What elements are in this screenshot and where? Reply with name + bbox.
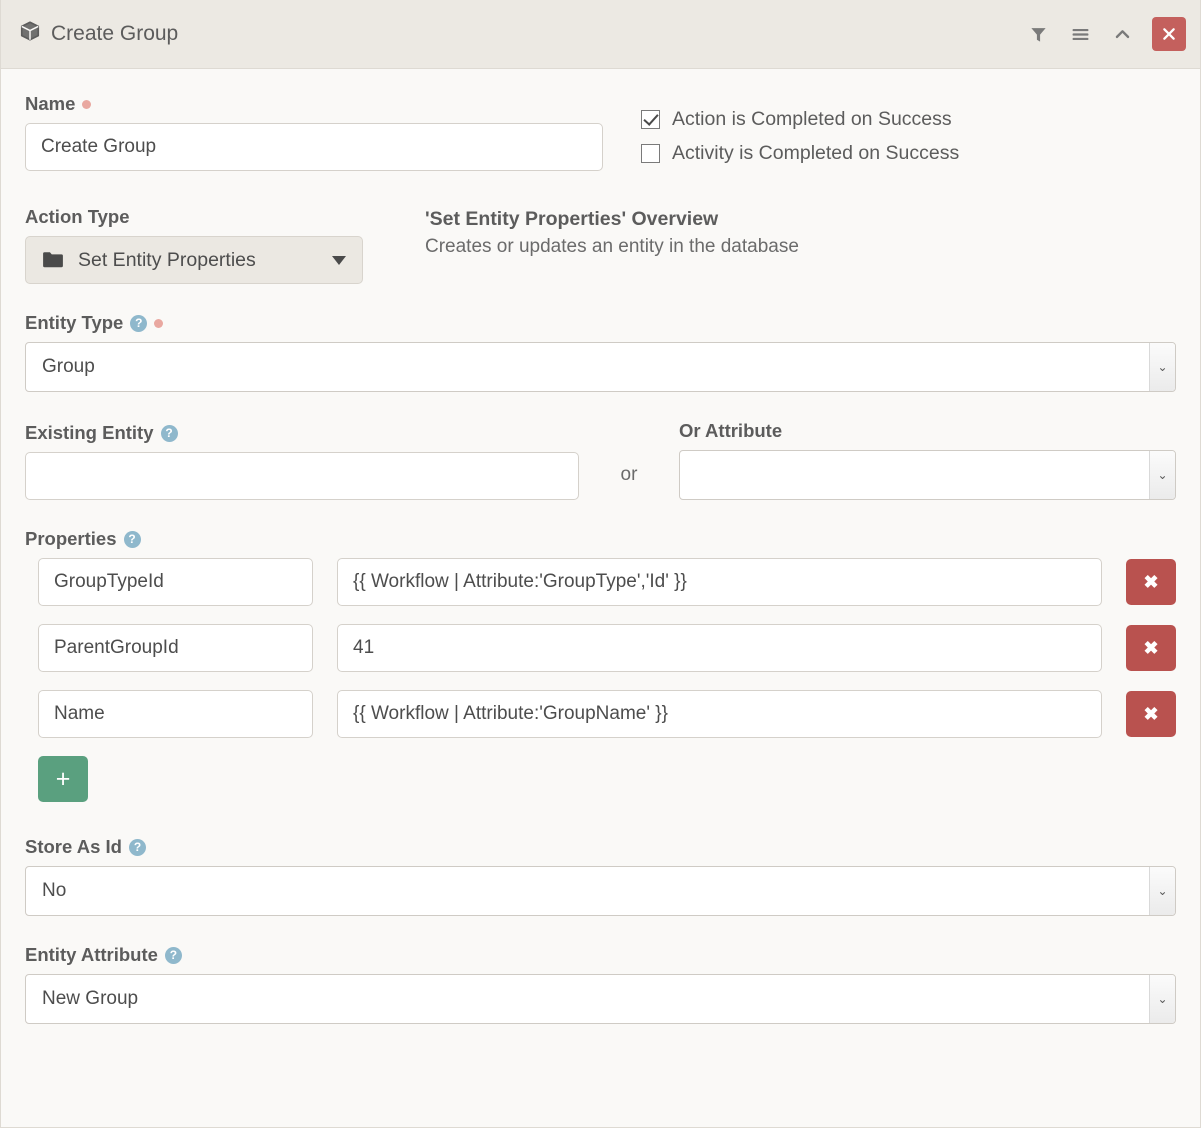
action-type-dropdown[interactable]: Set Entity Properties (25, 236, 363, 284)
properties-group: Properties ? ✖ (25, 528, 1176, 802)
folder-icon (42, 251, 64, 269)
action-type-label: Action Type (25, 206, 130, 227)
name-field-group: Name (25, 93, 603, 176)
help-icon[interactable]: ? (160, 424, 178, 442)
property-value-wrap (337, 690, 1102, 738)
property-value-wrap (337, 624, 1102, 672)
property-key-wrap (38, 624, 313, 672)
delete-property-button[interactable]: ✖ (1126, 691, 1176, 737)
help-icon[interactable]: ? (130, 314, 148, 332)
checkbox-action-completed[interactable]: Action is Completed on Success (641, 108, 959, 131)
options-group: Action is Completed on Success Activity … (641, 93, 959, 176)
delete-property-button[interactable]: ✖ (1126, 559, 1176, 605)
action-type-group: Action Type Set Entity Properties (25, 206, 363, 284)
properties-label: Properties ? (25, 528, 1176, 550)
panel-header: Create Group (1, 0, 1200, 69)
property-key-input[interactable] (38, 558, 313, 606)
delete-property-button[interactable]: ✖ (1126, 625, 1176, 671)
close-button[interactable] (1152, 17, 1186, 51)
help-icon[interactable]: ? (128, 838, 146, 856)
entity-type-select-wrap: Group ⌄ (25, 342, 1176, 392)
store-as-id-group: Store As Id ? No ⌄ (25, 836, 1176, 916)
or-attribute-group: Or Attribute ⌄ (679, 420, 1176, 500)
property-key-wrap (38, 558, 313, 606)
overview-description: Creates or updates an entity in the data… (425, 236, 799, 257)
action-type-row: Action Type Set Entity Properties 'Set E… (25, 206, 1176, 284)
property-row: ✖ (38, 624, 1176, 672)
filter-icon[interactable] (1026, 22, 1050, 46)
chevron-down-icon[interactable]: ⌄ (1149, 343, 1175, 391)
existing-entity-row: Existing Entity ? or Or Attribute ⌄ (25, 420, 1176, 500)
or-attribute-select[interactable] (679, 450, 1176, 500)
panel-title-text: Create Group (51, 22, 179, 45)
property-key-wrap (38, 690, 313, 738)
checkbox-activity-completed[interactable]: Activity is Completed on Success (641, 142, 959, 165)
panel-title: Create Group (19, 20, 178, 48)
checkbox-action-completed-box[interactable] (641, 110, 660, 129)
entity-attribute-select-wrap: New Group ⌄ (25, 974, 1176, 1024)
header-actions (1026, 17, 1186, 51)
store-as-id-select[interactable]: No (25, 866, 1176, 916)
property-row: ✖ (38, 690, 1176, 738)
existing-entity-group: Existing Entity ? (25, 422, 579, 500)
name-input[interactable] (25, 123, 603, 171)
required-indicator (82, 99, 92, 109)
bars-icon[interactable] (1068, 22, 1092, 46)
checkbox-activity-completed-label: Activity is Completed on Success (672, 142, 960, 164)
existing-entity-label: Existing Entity ? (25, 422, 579, 444)
entity-type-group: Entity Type ? Group ⌄ (25, 312, 1176, 392)
checkbox-action-completed-label: Action is Completed on Success (672, 108, 952, 130)
store-as-id-label: Store As Id ? (25, 836, 1176, 858)
or-attribute-label: Or Attribute (679, 420, 783, 441)
close-icon: ✖ (1143, 704, 1159, 724)
add-property-button[interactable]: + (38, 756, 88, 802)
close-icon: ✖ (1143, 572, 1159, 592)
entity-attribute-label: Entity Attribute ? (25, 944, 1176, 966)
entity-type-select[interactable]: Group (25, 342, 1176, 392)
entity-type-label: Entity Type ? (25, 312, 1176, 334)
property-value-input[interactable] (337, 558, 1102, 606)
property-row: ✖ (38, 558, 1176, 606)
chevron-down-icon[interactable]: ⌄ (1149, 451, 1175, 499)
name-label: Name (25, 93, 603, 115)
help-icon[interactable]: ? (123, 530, 141, 548)
properties-list: ✖ ✖ (25, 558, 1176, 802)
property-value-input[interactable] (337, 690, 1102, 738)
required-indicator (154, 318, 164, 328)
property-value-input[interactable] (337, 624, 1102, 672)
create-group-panel: Create Group Name Create Group Action is… (0, 0, 1201, 1128)
chevron-up-icon[interactable] (1110, 22, 1134, 46)
or-attribute-select-wrap: ⌄ (679, 450, 1176, 500)
store-as-id-select-wrap: No ⌄ (25, 866, 1176, 916)
property-value-wrap (337, 558, 1102, 606)
close-icon: ✖ (1143, 638, 1159, 658)
or-separator: or (620, 464, 638, 485)
chevron-down-icon[interactable]: ⌄ (1149, 975, 1175, 1023)
entity-attribute-group: Entity Attribute ? New Group ⌄ (25, 944, 1176, 1024)
overview-title: 'Set Entity Properties' Overview (425, 208, 719, 230)
box-icon (19, 20, 41, 48)
entity-attribute-select[interactable]: New Group (25, 974, 1176, 1024)
existing-entity-input[interactable] (25, 452, 579, 500)
checkbox-activity-completed-box[interactable] (641, 144, 660, 163)
action-type-value: Set Entity Properties (78, 248, 256, 271)
name-and-options-row: Name Action is Completed on Success Acti… (25, 93, 1176, 176)
plus-icon: + (55, 764, 71, 793)
property-key-input[interactable] (38, 690, 313, 738)
property-key-input[interactable] (38, 624, 313, 672)
panel-body: Name Action is Completed on Success Acti… (1, 69, 1200, 1024)
chevron-down-icon (332, 255, 346, 265)
help-icon[interactable]: ? (164, 946, 182, 964)
action-overview: 'Set Entity Properties' Overview Creates… (425, 206, 799, 284)
chevron-down-icon[interactable]: ⌄ (1149, 867, 1175, 915)
